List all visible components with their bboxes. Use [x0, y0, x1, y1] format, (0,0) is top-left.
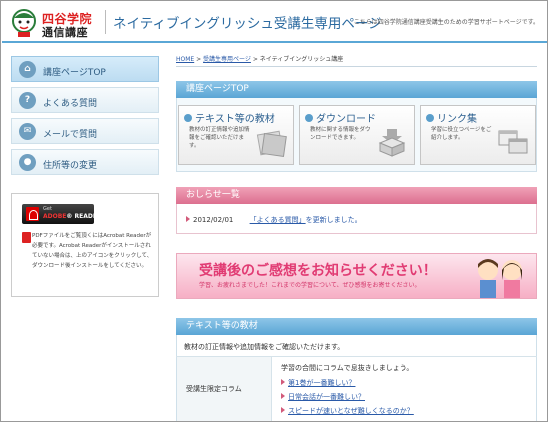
- column-link-3[interactable]: スピードが速いとなぜ難しくなるのか？: [281, 406, 414, 416]
- arrow-right-icon: [281, 407, 285, 413]
- card-title-text: リンク集: [437, 114, 477, 125]
- card-links[interactable]: リンク集 学習に役立つページをご紹介します。: [420, 105, 536, 165]
- banner-title: 受講後のご感想をお知らせください！: [199, 263, 437, 279]
- arrow-right-icon: [186, 216, 190, 222]
- site-header: 四谷学院 通信講座 ネイティブイングリッシュ受講生専用ページ こちらは四谷学院通…: [2, 2, 547, 40]
- site-logo[interactable]: 四谷学院 通信講座: [9, 8, 109, 39]
- adobe-badge-reader: ADOBE® READER: [43, 213, 102, 220]
- mail-icon: ✉: [19, 123, 36, 140]
- bullet-icon: [426, 114, 434, 122]
- breadcrumb-separator: >: [194, 56, 204, 63]
- sidebar-item-label: 住所等の変更: [43, 161, 98, 171]
- card-title-text: ダウンロード: [316, 114, 376, 125]
- text-materials-note: 教材の訂正情報や追加情報をご確認いただけます。: [184, 343, 345, 351]
- card-description: 教材に関する情報をダウンロードできます。: [310, 127, 371, 141]
- page-frame: 四谷学院 通信講座 ネイティブイングリッシュ受講生専用ページ こちらは四谷学院通…: [0, 0, 548, 422]
- card-title: リンク集: [426, 110, 477, 125]
- header-divider: [105, 10, 106, 34]
- bullet-icon: [305, 114, 313, 122]
- sidebar-item-mail-question[interactable]: ✉ メールで質問: [11, 118, 159, 144]
- question-icon: ?: [19, 92, 36, 109]
- header-tagline: こちらは四谷学院通信講座受講生のための学習サポートページです。: [353, 19, 539, 26]
- breadcrumb-rule: [176, 66, 537, 67]
- download-box-icon: [378, 129, 406, 157]
- breadcrumb-students-link[interactable]: 受講生専用ページ: [203, 56, 251, 63]
- column-label: 受講生限定コラム: [186, 385, 242, 393]
- news-item: 2012/02/01 「よくある質問」を更新しました。: [186, 215, 362, 225]
- person-icon: ●: [19, 154, 36, 171]
- column-link-text: 第1巻が一番難しい？: [288, 379, 356, 387]
- card-title: テキスト等の教材: [184, 110, 275, 125]
- sidebar-item-course-top[interactable]: ⌂ 講座ページTOP: [11, 56, 159, 82]
- adobe-logo-icon: [26, 207, 39, 221]
- sidebar-item-label: よくある質問: [43, 99, 98, 109]
- pdf-icon: [22, 232, 31, 243]
- mascot-logo-icon: [12, 9, 36, 37]
- logo-line2: 通信講座: [42, 26, 88, 39]
- news-link[interactable]: 「よくある質問」: [250, 216, 306, 224]
- column-link-text: 日常会話が一番難しい？: [288, 393, 365, 401]
- home-icon: ⌂: [19, 61, 36, 78]
- header-rule: [2, 41, 547, 43]
- news-heading: おしらせ一覧: [176, 187, 537, 204]
- adobe-badge-get: Get: [43, 206, 52, 212]
- breadcrumb-current: ネイティブイングリッシュ講座: [259, 56, 344, 63]
- news-link-suffix: を更新しました。: [305, 216, 362, 224]
- news-date: 2012/02/01: [193, 216, 234, 224]
- card-download[interactable]: ダウンロード 教材に関する情報をダウンロードできます。: [299, 105, 415, 165]
- card-description: 学習に役立つページをご紹介します。: [431, 127, 492, 141]
- arrow-right-icon: [281, 379, 285, 385]
- card-text-materials[interactable]: テキスト等の教材 教材の訂正情報や追加情報をご確認いただけます。: [178, 105, 294, 165]
- breadcrumb: HOME > 受講生専用ページ > ネイティブイングリッシュ講座: [176, 54, 343, 63]
- bullet-icon: [184, 114, 192, 122]
- column-link-2[interactable]: 日常会話が一番難しい？: [281, 392, 365, 402]
- textbook-icon: [256, 130, 287, 157]
- sidebar-item-label: 講座ページTOP: [43, 68, 106, 78]
- column-intro: 学習の合間にコラムで息抜きしましょう。: [281, 364, 414, 372]
- adobe-reader-box: Get ADOBE® READER PDFファイルをご覧頂くにはAcrobat …: [11, 193, 159, 297]
- arrow-right-icon: [281, 393, 285, 399]
- get-adobe-reader-button[interactable]: Get ADOBE® READER: [22, 204, 102, 224]
- card-title-text: テキスト等の教材: [195, 114, 275, 125]
- card-description: 教材の訂正情報や追加情報をご確認いただけます。: [189, 127, 250, 149]
- sidebar-nav: ⌂ 講座ページTOP ? よくある質問 ✉ メールで質問 ● 住所等の変更: [11, 56, 159, 180]
- text-materials-heading: テキスト等の教材: [176, 318, 537, 335]
- course-top-heading: 講座ページTOP: [176, 81, 537, 98]
- page-title: ネイティブイングリッシュ受講生専用ページ: [113, 16, 382, 32]
- column-link-text: スピードが速いとなぜ難しくなるのか？: [288, 407, 414, 415]
- students-illustration-icon: [478, 259, 522, 298]
- sidebar-item-label: メールで質問: [43, 130, 98, 140]
- sidebar-item-address-change[interactable]: ● 住所等の変更: [11, 149, 159, 175]
- feedback-banner[interactable]: 受講後のご感想をお知らせください！ 学習、お疲れさまでした！これまでの学習につい…: [176, 253, 537, 299]
- breadcrumb-home-link[interactable]: HOME: [176, 56, 194, 63]
- card-title: ダウンロード: [305, 110, 376, 125]
- column-link-1[interactable]: 第1巻が一番難しい？: [281, 378, 355, 388]
- windows-link-icon: [498, 130, 528, 154]
- adobe-badge-word2: ® READER: [66, 213, 102, 220]
- banner-subtitle: 学習、お疲れさまでした！これまでの学習について、ぜひ感想をお寄せください。: [199, 282, 421, 289]
- adobe-badge-word1: ADOBE: [43, 213, 67, 220]
- adobe-reader-note: PDFファイルをご覧頂くにはAcrobat Readerが必要です。Acroba…: [32, 233, 153, 269]
- sidebar-item-faq[interactable]: ? よくある質問: [11, 87, 159, 113]
- breadcrumb-separator: >: [250, 56, 260, 63]
